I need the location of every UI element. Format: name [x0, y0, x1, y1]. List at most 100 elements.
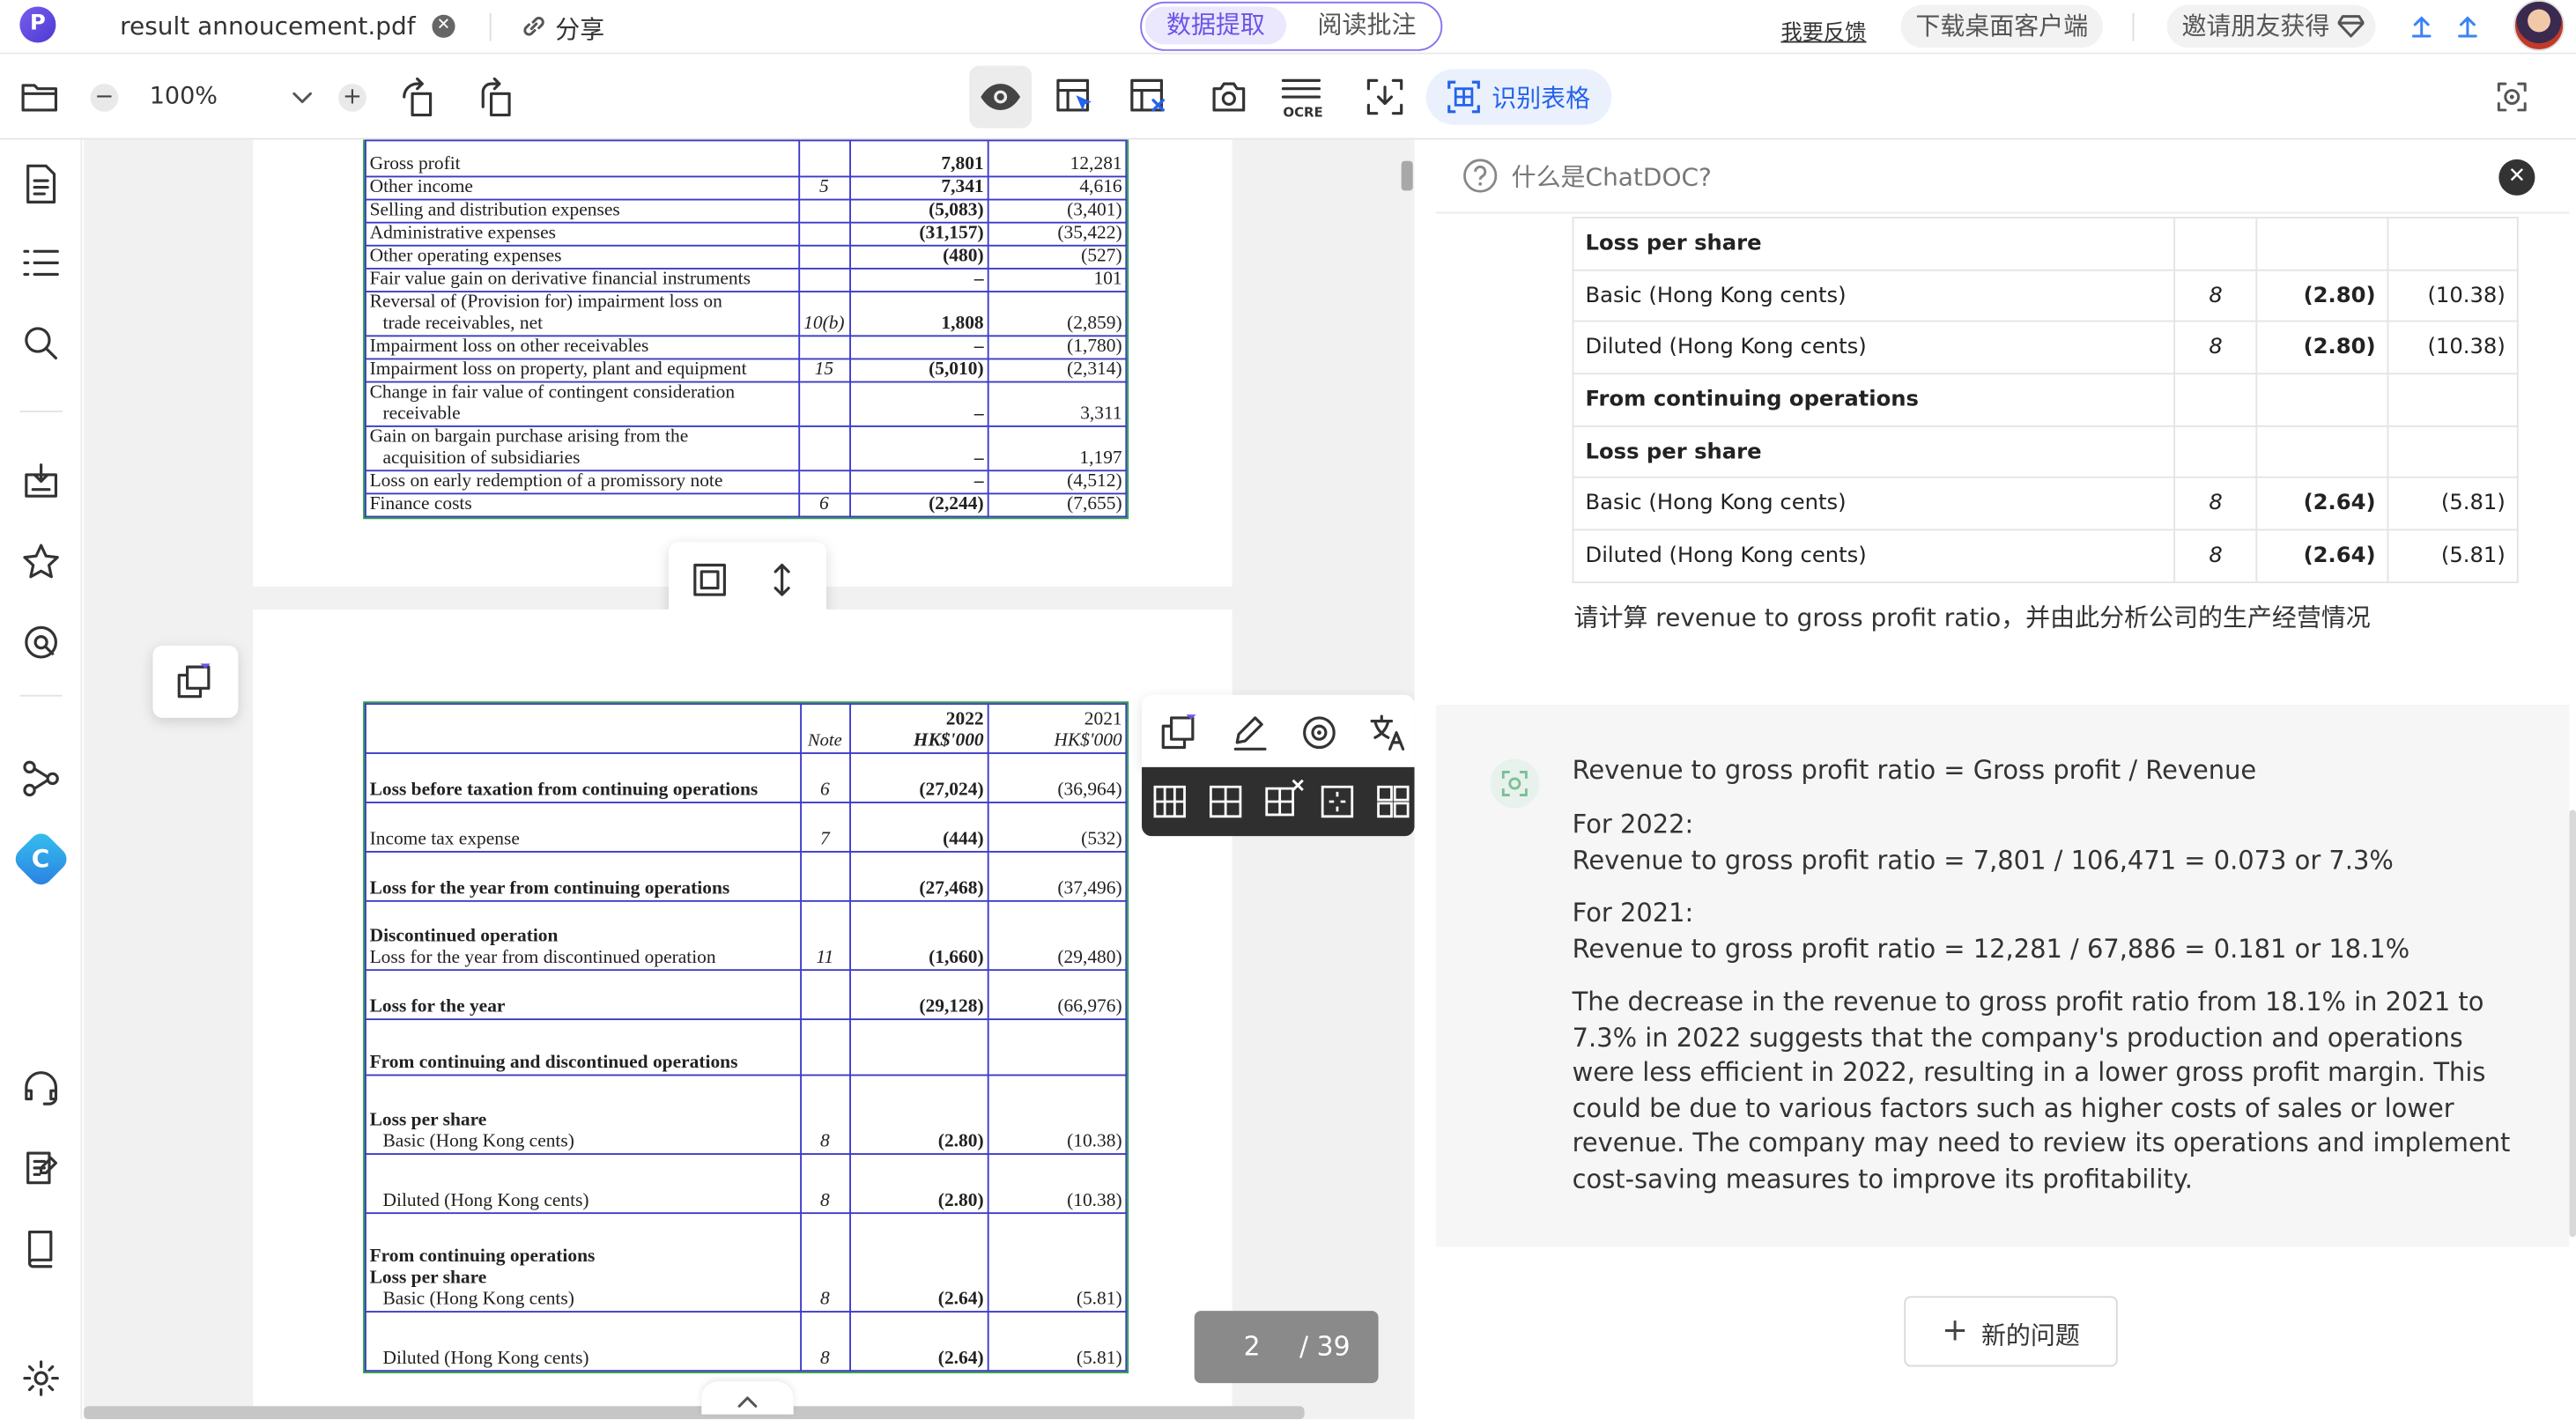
value-2022: (2.64)	[2255, 529, 2389, 583]
pdf-viewer[interactable]: Gross profit 7,801 12,281 Other income 5 7,34…	[84, 139, 1415, 1420]
screenshot-icon[interactable]	[1208, 76, 1250, 118]
app-logo[interactable]: P	[19, 6, 56, 43]
recognize-table-button[interactable]: 识别表格	[1425, 69, 1612, 125]
download-client-button[interactable]: 下载桌面客户端	[1900, 4, 2103, 48]
table-row[interactable]: Diluted (Hong Kong cents) 8 (2.80) (10.38)	[364, 1153, 1128, 1215]
headset-icon[interactable]	[21, 1068, 61, 1107]
help-label[interactable]: 什么是ChatDOC?	[1512, 159, 1712, 194]
add-column-icon[interactable]	[1208, 784, 1244, 820]
ocr-icon[interactable]: OCRE	[1280, 76, 1322, 122]
translate-icon[interactable]	[1368, 713, 1408, 752]
fit-page-icon[interactable]	[1364, 76, 1406, 118]
upload-icon[interactable]	[2410, 13, 2433, 40]
page-handle[interactable]	[701, 1381, 794, 1415]
table-row[interactable]: Other operating expenses (480) (527)	[364, 244, 1128, 270]
table-row[interactable]: Loss for the year (29,128) (66,976)	[364, 969, 1128, 1021]
table-row[interactable]: Loss for the year from continuing operat…	[364, 850, 1128, 902]
rotate-left-icon[interactable]	[397, 77, 440, 120]
delete-cell-icon[interactable]	[1263, 779, 1306, 818]
view-mode-button[interactable]	[969, 65, 1033, 129]
chevron-down-icon[interactable]	[292, 92, 312, 105]
star-icon[interactable]	[21, 542, 61, 581]
tab-data-extract[interactable]: 数据提取	[1144, 6, 1287, 45]
income-statement-table[interactable]: Gross profit 7,801 12,281 Other income 5 7,34…	[363, 139, 1129, 520]
table-row[interactable]: From continuing and discontinued operati…	[364, 1018, 1128, 1076]
search-icon[interactable]	[21, 323, 61, 363]
chatdoc-icon[interactable]: C	[11, 829, 71, 890]
table-row[interactable]: Impairment loss on other receivables – (1,…	[364, 335, 1128, 360]
select-table-icon[interactable]	[1053, 76, 1095, 118]
table-row[interactable]: Other income 5 7,341 4,616	[364, 175, 1128, 201]
table-row[interactable]: Loss per share	[1572, 425, 2519, 479]
merge-cells-icon[interactable]	[1319, 784, 1355, 820]
table-row[interactable]: Loss per share	[1572, 217, 2519, 271]
add-row-icon[interactable]	[1151, 784, 1188, 820]
ai-scan-icon[interactable]	[1299, 713, 1339, 752]
table-row[interactable]: Diluted (Hong Kong cents) 8 (2.64) (5.81)	[364, 1311, 1128, 1372]
ai-settings-icon[interactable]	[2491, 76, 2533, 118]
table-row[interactable]: Loss before taxation from continuing ope…	[364, 752, 1128, 803]
document-icon[interactable]	[21, 163, 61, 205]
extracted-table[interactable]: Loss per share Basic (Hong Kong cents) 8 (2…	[1572, 217, 2519, 583]
table-row[interactable]: Diluted (Hong Kong cents) 8 (2.64) (5.81)	[1572, 529, 2519, 583]
table-row[interactable]: Change in fair value of contingent consi…	[364, 381, 1128, 427]
table-row[interactable]: Diluted (Hong Kong cents) 8 (2.80) (10.38)	[1572, 321, 2519, 375]
table-row[interactable]: Loss on early redemption of a promissory…	[364, 470, 1128, 495]
rotate-right-icon[interactable]	[477, 77, 522, 120]
row-label-text: Loss on early redemption of a promissory…	[369, 471, 723, 492]
zoom-in-button[interactable]: +	[338, 84, 366, 112]
settings-gear-icon[interactable]	[21, 1358, 61, 1398]
user-question: 请计算 revenue to gross profit ratio，并由此分析公…	[1573, 603, 2371, 632]
close-help-button[interactable]: ✕	[2498, 159, 2535, 196]
edit-icon[interactable]	[1231, 713, 1270, 752]
table-row[interactable]: Fair value gain on derivative financial …	[364, 267, 1128, 292]
chat-scrollbar[interactable]	[2569, 810, 2576, 1238]
horizontal-scrollbar[interactable]	[84, 1406, 1305, 1420]
copy-floating-button[interactable]	[152, 645, 239, 718]
help-icon	[1463, 159, 1498, 193]
loss-statement-table[interactable]: Note 2022 HK$'000 2021 HK$'000 Loss before ta…	[363, 701, 1129, 1373]
table-row[interactable]: From continuing operations	[1572, 373, 2519, 427]
folder-icon[interactable]	[19, 79, 59, 115]
book-icon[interactable]	[21, 1229, 61, 1268]
avatar[interactable]	[2513, 0, 2565, 51]
invite-friends-button[interactable]: 邀请朋友获得	[2166, 4, 2376, 48]
upload-icon[interactable]	[2456, 13, 2479, 40]
page-indicator[interactable]: 2 / 39	[1194, 1311, 1379, 1384]
table-row[interactable]: From continuing operations Loss per share…	[364, 1212, 1128, 1313]
tab-read-annotate[interactable]: 阅读批注	[1299, 6, 1434, 44]
value-2022: (5,010)	[848, 358, 989, 383]
table-row[interactable]: Reversal of (Provision for) impairment l…	[364, 291, 1128, 337]
search-ai-icon[interactable]	[21, 623, 61, 662]
select-area-icon[interactable]	[692, 562, 728, 598]
close-tab-icon[interactable]: ✕	[432, 14, 455, 38]
table-row[interactable]: Administrative expenses (31,157) (35,422)	[364, 221, 1128, 247]
table-row[interactable]: Loss per share Basic (Hong Kong cents) 8 (2…	[364, 1074, 1128, 1155]
table-row[interactable]: Basic (Hong Kong cents) 8 (2.64) (5.81)	[1572, 477, 2519, 531]
row-label-text: trade receivables, net	[382, 314, 544, 334]
current-page[interactable]: 2	[1244, 1330, 1261, 1361]
table-row[interactable]: Selling and distribution expenses (5,083)…	[364, 198, 1128, 224]
notes-icon[interactable]	[21, 1148, 61, 1187]
mindmap-icon[interactable]	[21, 759, 61, 799]
table-row[interactable]: Gain on bargain purchase arising from th…	[364, 425, 1128, 472]
outline-list-icon[interactable]	[21, 245, 61, 281]
adjust-height-icon[interactable]	[764, 562, 800, 598]
table-row[interactable]: Discontinued operation Loss for the year …	[364, 899, 1128, 972]
zoom-level[interactable]: 100%	[150, 84, 218, 110]
copy-icon[interactable]	[1158, 713, 1198, 752]
table-row[interactable]: Finance costs 6 (2,244) (7,655)	[364, 492, 1128, 518]
table-row[interactable]: Impairment loss on property, plant and e…	[364, 358, 1128, 383]
vertical-scrollbar[interactable]	[1401, 160, 1413, 191]
new-question-button[interactable]: + 新的问题	[1904, 1296, 2118, 1367]
table-row[interactable]: Income tax expense 7 (444) (532)	[364, 802, 1128, 853]
download-doc-icon[interactable]	[21, 462, 61, 501]
feedback-link[interactable]: 我要反馈	[1780, 15, 1866, 46]
table-row[interactable]: Gross profit 7,801 12,281	[364, 139, 1128, 178]
file-tab[interactable]: result annoucement.pdf ✕	[95, 0, 490, 55]
row-label-text: Other operating expenses	[369, 246, 562, 267]
split-cells-icon[interactable]	[1375, 784, 1411, 820]
delete-table-icon[interactable]	[1127, 76, 1169, 118]
zoom-out-button[interactable]: −	[90, 84, 119, 112]
table-row[interactable]: Basic (Hong Kong cents) 8 (2.80) (10.38)	[1572, 269, 2519, 323]
